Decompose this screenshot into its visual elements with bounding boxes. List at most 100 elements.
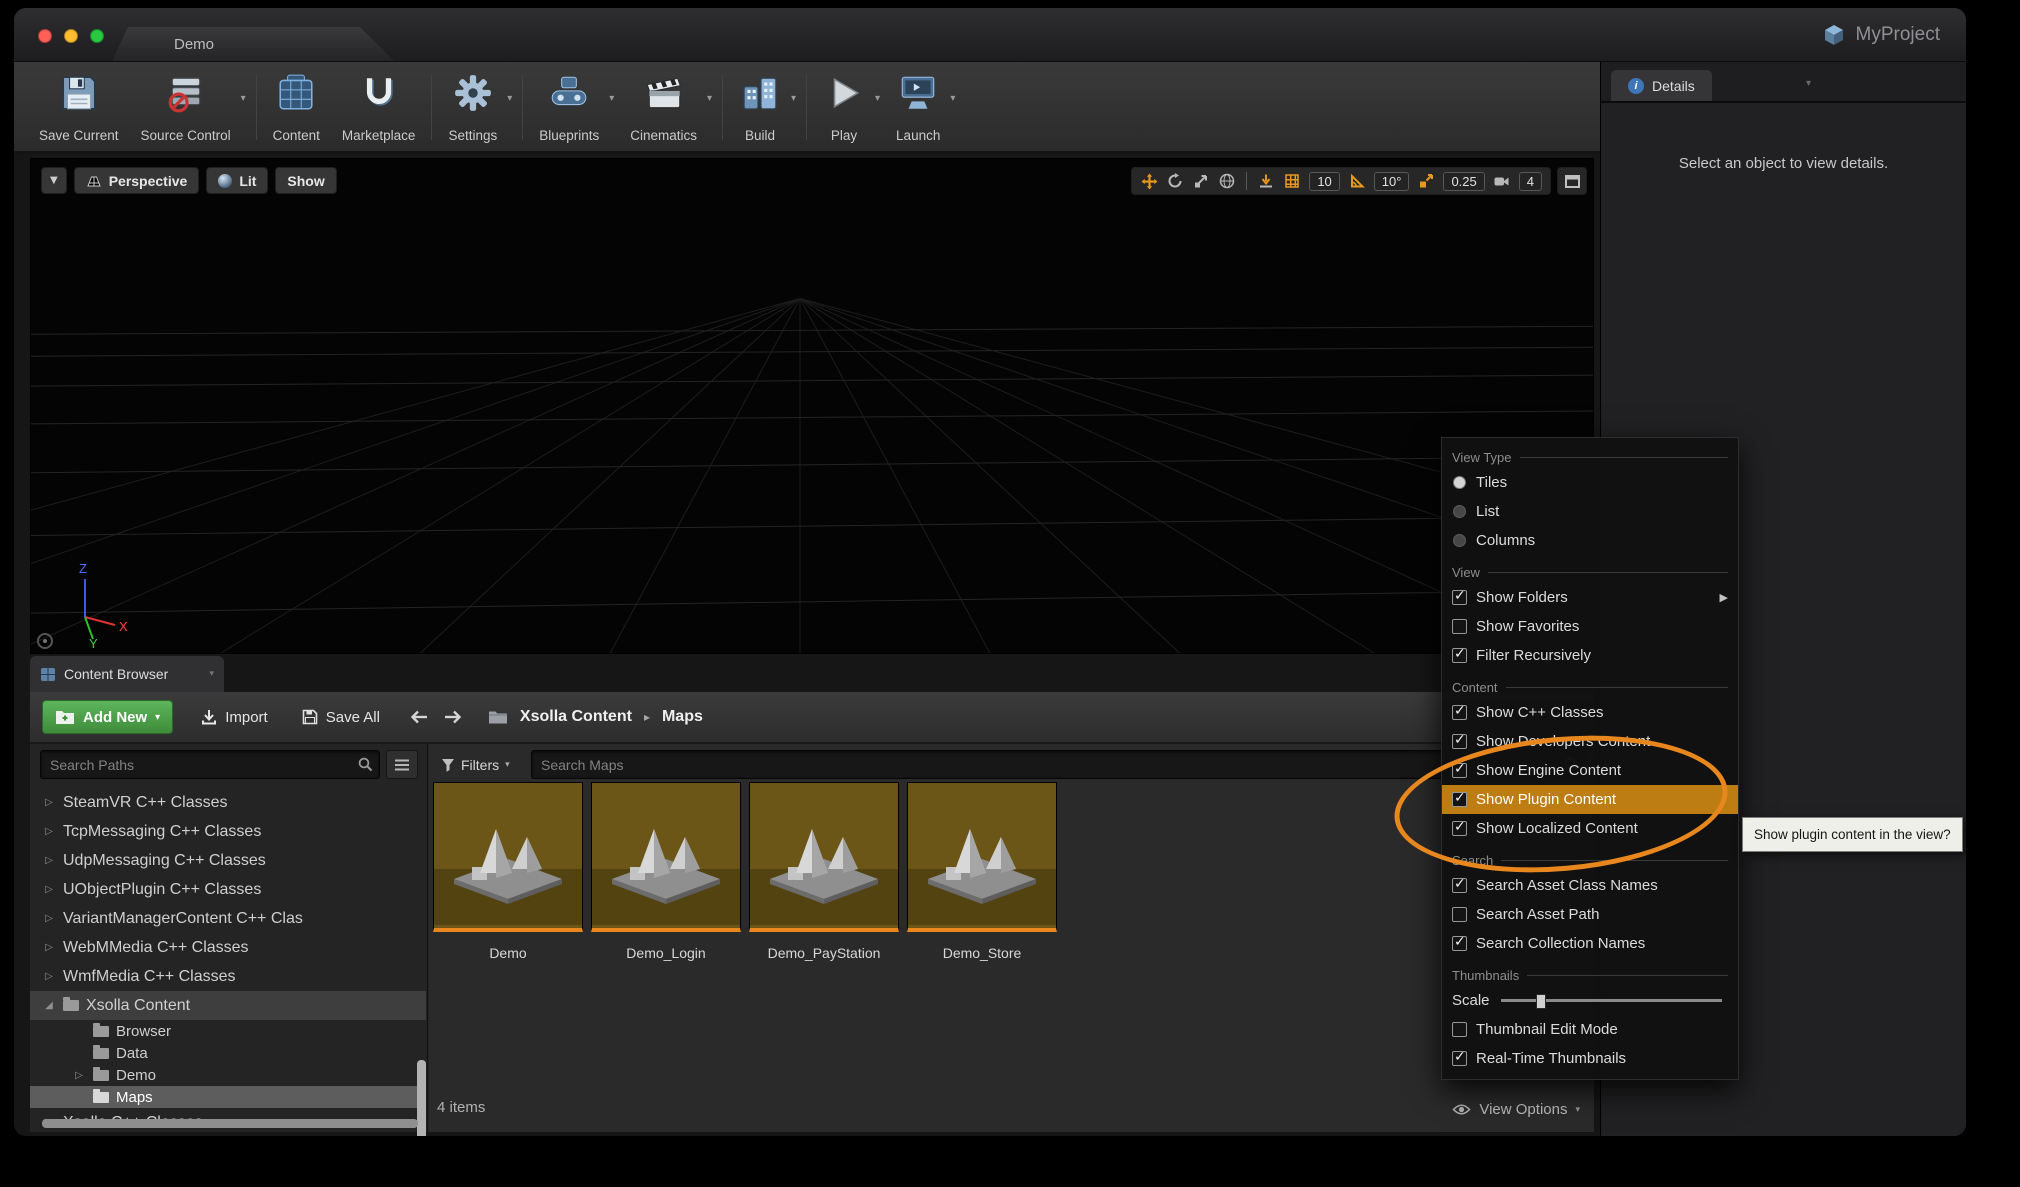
menu-control-icon[interactable] <box>1452 878 1467 893</box>
menu-control-icon[interactable] <box>1452 907 1467 922</box>
expander-arrow-icon[interactable]: ▷ <box>42 826 56 837</box>
chevron-down-icon[interactable]: ▾ <box>507 93 512 104</box>
menu-row[interactable]: Show Folders ▶ <box>1442 583 1738 612</box>
rotation-snap-value[interactable]: 10° <box>1374 172 1410 191</box>
menu-row[interactable]: Search Asset Path ▶ <box>1442 900 1738 929</box>
maximize-viewport-button[interactable] <box>1557 167 1587 195</box>
tree-horizontal-scrollbar[interactable] <box>42 1119 418 1128</box>
menu-row[interactable]: View ▶ <box>1442 561 1738 583</box>
menu-row[interactable]: Show Localized Content ▶ <box>1442 814 1738 843</box>
expander-arrow-icon[interactable]: ▷ <box>42 971 56 982</box>
menu-control-icon[interactable] <box>1452 705 1467 720</box>
breadcrumb-root[interactable]: Xsolla Content <box>520 708 632 726</box>
cinematics-button[interactable]: Cinematics ▾ <box>619 67 717 148</box>
launch-button[interactable]: Launch ▾ <box>885 67 960 148</box>
menu-control-icon[interactable] <box>1452 590 1467 605</box>
chevron-down-icon[interactable]: ▾ <box>209 669 214 679</box>
menu-control-icon[interactable] <box>1453 505 1466 518</box>
back-button[interactable] <box>402 702 436 732</box>
thumbnail-scale-slider[interactable] <box>1501 999 1722 1002</box>
asset-thumbnail[interactable] <box>749 782 899 932</box>
show-flags-button[interactable]: Show <box>275 167 336 194</box>
scale-snap-icon[interactable] <box>1414 170 1438 192</box>
grid-snap-value[interactable]: 10 <box>1309 172 1339 191</box>
tree-item[interactable]: ▷ VariantManagerContent C++ Clas <box>30 904 426 933</box>
tab-details[interactable]: i Details <box>1611 70 1712 101</box>
marketplace-button[interactable]: Marketplace <box>331 67 427 148</box>
import-button[interactable]: Import <box>189 700 280 734</box>
menu-row[interactable]: Search Collection Names ▶ <box>1442 929 1738 958</box>
scale-snap-value[interactable]: 0.25 <box>1443 172 1484 191</box>
menu-row[interactable]: Show C++ Classes ▶ <box>1442 698 1738 727</box>
menu-control-icon[interactable] <box>1452 792 1467 807</box>
forward-button[interactable] <box>436 702 470 732</box>
menu-row[interactable]: Show Engine Content ▶ <box>1442 756 1738 785</box>
perspective-button[interactable]: Perspective <box>74 167 200 194</box>
rotate-tool-icon[interactable] <box>1163 170 1187 192</box>
asset-thumbnail[interactable] <box>433 782 583 932</box>
menu-control-icon[interactable] <box>1453 476 1466 489</box>
tree-item[interactable]: ▷ WmfMedia C++ Classes <box>30 962 426 991</box>
tree-item[interactable]: ▷ WebMMedia C++ Classes <box>30 933 426 962</box>
menu-row[interactable]: Show Plugin Content ▶ <box>1442 785 1738 814</box>
minimize-window-button[interactable] <box>64 29 78 43</box>
panel-menu-caret-icon[interactable]: ▾ <box>1806 78 1811 89</box>
tree-item[interactable]: ▷ UdpMessaging C++ Classes <box>30 846 426 875</box>
view-options-button[interactable]: View Options ▾ <box>1452 1101 1580 1118</box>
zoom-window-button[interactable] <box>90 29 104 43</box>
grid-snap-icon[interactable] <box>1280 170 1304 192</box>
asset-thumbnail[interactable] <box>591 782 741 932</box>
asset-thumbnail[interactable] <box>907 782 1057 932</box>
search-paths-input[interactable] <box>40 750 380 779</box>
viewport-options-dropdown[interactable]: ▼ <box>41 167 67 194</box>
menu-row[interactable]: Tiles ▶ <box>1442 468 1738 497</box>
lit-mode-button[interactable]: Lit <box>206 167 268 194</box>
content-button[interactable]: Content <box>262 67 331 148</box>
menu-control-icon[interactable] <box>1452 936 1467 951</box>
menu-row[interactable]: View Type ▶ <box>1442 446 1738 468</box>
expander-arrow-icon[interactable]: ▷ <box>42 884 56 895</box>
add-new-button[interactable]: Add New ▾ <box>42 700 173 734</box>
scale-tool-icon[interactable] <box>1189 170 1213 192</box>
expander-arrow-icon[interactable]: ▷ <box>42 942 56 953</box>
chevron-down-icon[interactable]: ▾ <box>707 93 712 104</box>
settings-button[interactable]: Settings ▾ <box>437 67 517 148</box>
menu-row[interactable]: Search Asset Class Names ▶ <box>1442 871 1738 900</box>
rotation-snap-icon[interactable] <box>1345 170 1369 192</box>
tree-item[interactable]: ◢ Xsolla Content <box>30 991 426 1020</box>
menu-control-icon[interactable] <box>1452 1022 1467 1037</box>
tree-item[interactable]: ▷ SteamVR C++ Classes <box>30 788 426 817</box>
camera-speed-value[interactable]: 4 <box>1519 172 1542 191</box>
save-all-button[interactable]: Save All <box>290 700 392 734</box>
asset-tile[interactable]: Demo_Store <box>907 782 1057 961</box>
menu-row[interactable]: Scale ▶ <box>1442 986 1738 1015</box>
expander-arrow-icon[interactable]: ◢ <box>42 1000 56 1011</box>
menu-control-icon[interactable] <box>1452 763 1467 778</box>
menu-control-icon[interactable] <box>1452 648 1467 663</box>
tree-item[interactable]: Data <box>30 1042 426 1064</box>
menu-row[interactable]: Search ▶ <box>1442 849 1738 871</box>
filters-button[interactable]: Filters ▾ <box>441 750 510 779</box>
level-tab[interactable]: Demo <box>112 27 394 61</box>
tab-content-browser[interactable]: Content Browser ▾ <box>30 656 224 692</box>
translate-tool-icon[interactable] <box>1137 170 1161 192</box>
expander-arrow-icon[interactable]: ▷ <box>42 913 56 924</box>
tree-vertical-scrollbar[interactable] <box>417 1060 426 1136</box>
chevron-down-icon[interactable]: ▾ <box>950 93 955 104</box>
menu-row[interactable]: Thumbnail Edit Mode ▶ <box>1442 1015 1738 1044</box>
expander-arrow-icon[interactable]: ▷ <box>72 1070 86 1081</box>
tree-item[interactable]: ▷ Demo <box>30 1064 426 1086</box>
menu-control-icon[interactable] <box>1452 734 1467 749</box>
menu-control-icon[interactable] <box>1452 619 1467 634</box>
save-current-button[interactable]: Save Current <box>28 67 130 148</box>
menu-row[interactable]: List ▶ <box>1442 497 1738 526</box>
world-coordinate-icon[interactable] <box>1215 170 1239 192</box>
chevron-down-icon[interactable]: ▾ <box>609 93 614 104</box>
chevron-down-icon[interactable]: ▾ <box>875 93 880 104</box>
menu-row[interactable]: Show Developers Content ▶ <box>1442 727 1738 756</box>
tree-item[interactable]: ▷ UObjectPlugin C++ Classes <box>30 875 426 904</box>
chevron-down-icon[interactable]: ▾ <box>241 93 246 104</box>
play-button[interactable]: Play ▾ <box>812 67 885 148</box>
expander-arrow-icon[interactable]: ▷ <box>42 855 56 866</box>
asset-tile[interactable]: Demo_PayStation <box>749 782 899 961</box>
